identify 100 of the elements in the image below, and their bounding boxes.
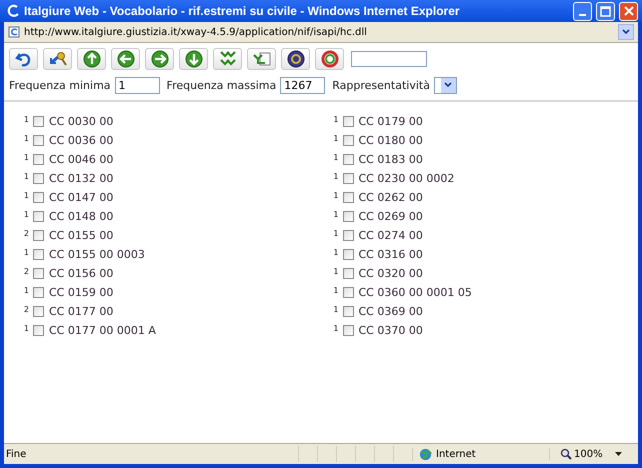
caret-icon[interactable] bbox=[614, 452, 622, 456]
checkbox[interactable] bbox=[33, 268, 44, 279]
minimize-icon bbox=[579, 14, 586, 16]
frequency-count: 1 bbox=[22, 324, 29, 333]
term-label[interactable]: CC 0316 00 bbox=[358, 248, 423, 261]
checkbox[interactable] bbox=[33, 306, 44, 317]
term-label[interactable]: CC 0320 00 bbox=[358, 267, 423, 280]
zoom-icon[interactable] bbox=[560, 448, 572, 460]
checkbox[interactable] bbox=[342, 249, 354, 260]
checkbox[interactable] bbox=[33, 287, 44, 298]
key-arrow-button[interactable] bbox=[43, 48, 72, 70]
frequency-count: 1 bbox=[332, 134, 338, 143]
term-label[interactable]: CC 0147 00 bbox=[49, 191, 114, 204]
dropdown-button[interactable] bbox=[618, 24, 634, 40]
left-arrow-button[interactable] bbox=[111, 48, 140, 70]
refresh-button[interactable] bbox=[315, 48, 344, 70]
checkbox[interactable] bbox=[342, 287, 354, 298]
checkbox[interactable] bbox=[342, 325, 354, 336]
frequency-count: 1 bbox=[22, 134, 29, 143]
term-label[interactable]: CC 0369 00 bbox=[358, 305, 423, 318]
frequency-count: 1 bbox=[22, 210, 29, 219]
minimize-button[interactable] bbox=[573, 2, 592, 20]
maximize-button[interactable] bbox=[596, 2, 615, 20]
checkbox[interactable] bbox=[342, 173, 354, 184]
globe-icon bbox=[419, 448, 432, 460]
term-label[interactable]: CC 0177 00 bbox=[49, 305, 114, 318]
field-label: Frequenza minima bbox=[9, 78, 111, 92]
term-label[interactable]: CC 0179 00 bbox=[358, 115, 423, 128]
checkbox[interactable] bbox=[33, 249, 44, 260]
term-label[interactable]: CC 0155 00 bbox=[49, 229, 114, 242]
term-label[interactable]: CC 0370 00 bbox=[358, 324, 423, 337]
checkbox[interactable] bbox=[33, 116, 44, 127]
caret-icon bbox=[444, 82, 452, 88]
term-label[interactable]: CC 0159 00 bbox=[49, 286, 114, 299]
frequency-count: 1 bbox=[332, 172, 338, 181]
checkbox[interactable] bbox=[342, 268, 354, 279]
frequency-count: 2 bbox=[22, 305, 29, 314]
term-label[interactable]: CC 0132 00 bbox=[49, 172, 114, 185]
term-label[interactable]: CC 0360 00 0001 05 bbox=[358, 286, 472, 299]
undo-button[interactable] bbox=[9, 48, 38, 70]
frequency-count: 1 bbox=[22, 153, 29, 162]
term-label[interactable]: CC 0155 00 0003 bbox=[49, 248, 145, 261]
frequency-count: 1 bbox=[332, 267, 338, 276]
frequency-count: 1 bbox=[332, 210, 338, 219]
help-icon bbox=[286, 49, 306, 69]
frequency-count: 1 bbox=[22, 115, 29, 124]
input-field[interactable]: 1267 bbox=[280, 76, 326, 94]
term-label[interactable]: CC 0148 00 bbox=[49, 210, 114, 223]
down-arrow-button[interactable] bbox=[179, 48, 208, 70]
checkbox[interactable] bbox=[342, 116, 354, 127]
swap-button[interactable] bbox=[247, 48, 276, 70]
frequency-count: 1 bbox=[332, 305, 338, 314]
checkbox[interactable] bbox=[342, 211, 354, 222]
checkbox[interactable] bbox=[33, 325, 44, 336]
frequency-count: 1 bbox=[332, 229, 338, 238]
checkbox[interactable] bbox=[33, 230, 44, 241]
checkbox[interactable] bbox=[33, 211, 44, 222]
term-label[interactable]: CC 0156 00 bbox=[49, 267, 114, 280]
checkbox[interactable] bbox=[342, 154, 354, 165]
checkbox[interactable] bbox=[342, 192, 354, 203]
maximize-icon bbox=[600, 6, 611, 16]
page-icon bbox=[8, 26, 20, 38]
checkbox[interactable] bbox=[33, 135, 44, 146]
help-button[interactable] bbox=[281, 48, 310, 70]
term-label[interactable]: CC 0046 00 bbox=[49, 153, 114, 166]
checkbox[interactable] bbox=[33, 154, 44, 165]
input-field[interactable]: 1 bbox=[114, 76, 160, 94]
term-label[interactable]: CC 0230 00 0002 bbox=[358, 172, 454, 185]
frequency-count: 1 bbox=[332, 153, 338, 162]
term-label[interactable]: CC 0262 00 bbox=[358, 191, 423, 204]
zone-label: Internet bbox=[436, 448, 476, 460]
close-button[interactable] bbox=[619, 2, 638, 20]
term-label[interactable]: CC 0269 00 bbox=[358, 210, 423, 223]
term-label[interactable]: CC 0177 00 0001 A bbox=[49, 324, 156, 337]
window-title: Italgiure Web - Vocabolario - rif.estremi su civile - Windows Internet Explorer bbox=[24, 4, 461, 18]
dropdown-field[interactable] bbox=[434, 76, 457, 94]
term-label[interactable]: CC 0030 00 bbox=[49, 115, 114, 128]
frequency-count: 1 bbox=[22, 248, 29, 257]
checkbox[interactable] bbox=[33, 173, 44, 184]
frequency-count: 1 bbox=[332, 286, 338, 295]
checkbox[interactable] bbox=[342, 135, 354, 146]
term-label[interactable]: CC 0036 00 bbox=[49, 134, 114, 147]
checkbox[interactable] bbox=[342, 306, 354, 317]
chevrons-button[interactable] bbox=[213, 48, 242, 70]
field-label: Rappresentatività bbox=[332, 78, 430, 92]
frequency-count: 1 bbox=[22, 286, 29, 295]
zoom-level[interactable]: 100% bbox=[574, 448, 603, 460]
frequency-count: 2 bbox=[22, 267, 29, 276]
field-label: Frequenza massima bbox=[166, 78, 276, 92]
term-label[interactable]: CC 0274 00 bbox=[358, 229, 423, 242]
right-arrow-button[interactable] bbox=[145, 48, 174, 70]
frequency-count: 1 bbox=[332, 115, 338, 124]
term-label[interactable]: CC 0183 00 bbox=[358, 153, 423, 166]
search-field[interactable] bbox=[351, 51, 427, 67]
up-arrow-button[interactable] bbox=[77, 48, 106, 70]
checkbox[interactable] bbox=[342, 230, 354, 241]
frequency-count: 1 bbox=[332, 248, 338, 257]
close-icon bbox=[624, 6, 634, 16]
term-label[interactable]: CC 0180 00 bbox=[358, 134, 423, 147]
checkbox[interactable] bbox=[33, 192, 44, 203]
